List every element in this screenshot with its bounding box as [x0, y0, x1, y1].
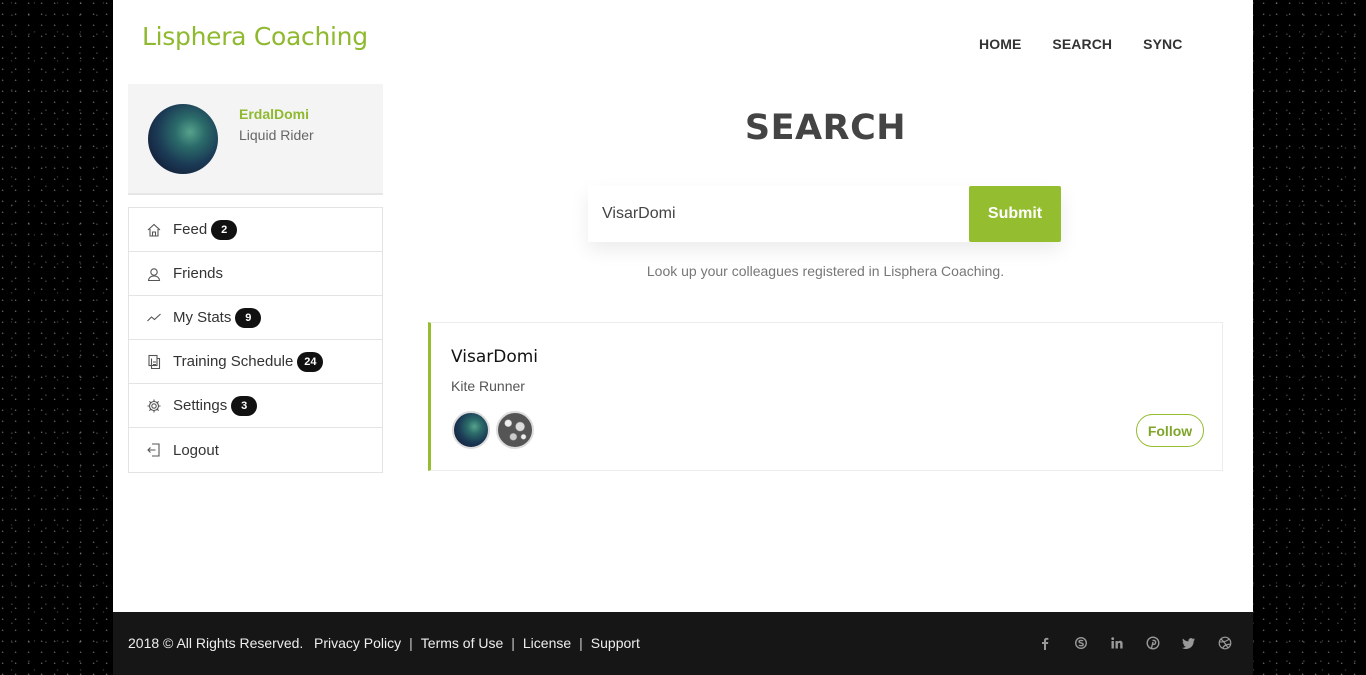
sidebar-item-logout[interactable]: Logout [129, 428, 382, 472]
privacy-policy-link[interactable]: Privacy Policy [314, 635, 401, 651]
nav-sync[interactable]: SYNC [1143, 36, 1182, 52]
search-form: Submit [588, 186, 1061, 242]
settings-count-badge: 3 [231, 395, 258, 416]
logout-icon [147, 443, 160, 457]
sidebar-item-settings[interactable]: Settings 3 [129, 384, 382, 428]
stats-count-badge: 9 [235, 307, 262, 328]
separator: | [579, 635, 583, 651]
separator: | [511, 635, 515, 651]
license-link[interactable]: License [523, 635, 571, 651]
sidebar-item-label: Friends [173, 265, 224, 282]
feed-count-badge: 2 [211, 219, 238, 240]
search-help-text: Look up your colleagues registered in Li… [646, 263, 1005, 279]
page: Lisphera Coaching HOME SEARCH SYNC Erdal… [113, 0, 1253, 675]
footer: 2018 © All Rights Reserved. Privacy Poli… [113, 612, 1253, 675]
search-result-card: VisarDomi Kite Runner Follow [428, 322, 1223, 471]
support-link[interactable]: Support [591, 635, 640, 651]
result-name[interactable]: VisarDomi [451, 347, 538, 367]
nav-home[interactable]: HOME [979, 36, 1021, 52]
training-count-badge: 24 [297, 351, 324, 372]
follow-button[interactable]: Follow [1136, 414, 1204, 447]
profile-card: ErdalDomi Liquid Rider [128, 84, 383, 195]
search-input[interactable] [588, 186, 968, 242]
sidebar-item-label: Logout [173, 441, 219, 459]
copyright: 2018 © All Rights Reserved. [128, 635, 304, 651]
separator: | [409, 635, 413, 651]
social-links [1017, 635, 1233, 651]
page-title: SEARCH [744, 108, 907, 148]
sidebar-item-feed[interactable]: Feed 2 [129, 208, 382, 252]
document-icon [148, 354, 161, 369]
sidebar-item-label: My Stats [173, 309, 232, 326]
skype-icon[interactable] [1073, 635, 1089, 651]
result-photo[interactable] [496, 411, 534, 449]
footer-links: Privacy Policy | Terms of Use | License | Supp… [314, 635, 640, 651]
twitter-icon[interactable] [1181, 635, 1197, 651]
gear-icon [147, 399, 161, 412]
nav-search[interactable]: SEARCH [1052, 36, 1112, 52]
brand-logo[interactable]: Lisphera Coaching [142, 22, 368, 51]
result-photo[interactable] [452, 411, 490, 449]
sidebar-item-friends[interactable]: Friends [129, 252, 382, 296]
facebook-icon[interactable] [1037, 635, 1053, 651]
sidebar-item-training-schedule[interactable]: Training Schedule 24 [129, 340, 382, 384]
dribbble-icon[interactable] [1217, 635, 1233, 651]
chart-line-icon [147, 313, 161, 321]
sidebar-item-label: Training Schedule [173, 353, 294, 370]
sidebar-item-label: Feed [173, 221, 208, 238]
sidebar-menu: Feed 2 Friends My Stats 9 Training Sched… [128, 207, 383, 473]
result-title: Kite Runner [451, 378, 525, 394]
sidebar-item-label: Settings [173, 397, 228, 414]
linkedin-icon[interactable] [1109, 635, 1125, 651]
terms-link[interactable]: Terms of Use [421, 635, 503, 651]
home-icon [147, 223, 161, 237]
profile-title: Liquid Rider [239, 127, 314, 143]
user-icon [147, 267, 161, 281]
top-nav: HOME SEARCH SYNC [979, 36, 1213, 52]
pinterest-icon[interactable] [1145, 635, 1161, 651]
submit-button[interactable]: Submit [969, 186, 1061, 242]
sidebar-item-my-stats[interactable]: My Stats 9 [129, 296, 382, 340]
profile-username[interactable]: ErdalDomi [239, 106, 309, 122]
avatar[interactable] [148, 104, 218, 174]
